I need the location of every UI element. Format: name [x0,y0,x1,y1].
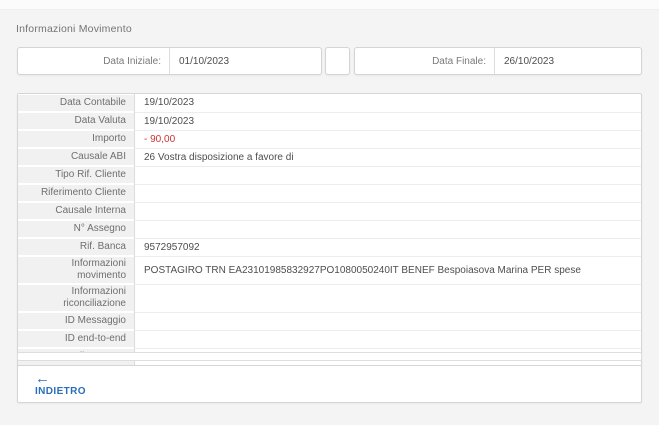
table-row: Causale ABI 26 Vostra disposizione a favo… [18,148,641,166]
table-row: Data Valuta 19/10/2023 [18,112,641,130]
row-label: Tipo Rif. Cliente [18,166,135,184]
table-row: Importo - 90,00 [18,130,641,148]
row-label: ID Messaggio [18,312,135,330]
row-value [135,202,641,220]
row-label: Rif. Banca [18,238,135,256]
movement-details-table: Data Contabile 19/10/2023 Data Valuta 19/10… [17,93,642,367]
table-row: Rif. Banca 9572957092 [18,238,641,256]
row-label: Riferimento Cliente [18,184,135,202]
date-spacer-box [325,47,350,75]
row-value: 19/10/2023 [135,112,641,130]
table-row: Informazioni riconciliazione [18,284,641,312]
date-start-field: Data Iniziale: 01/10/2023 [17,47,322,75]
table-row: ID Messaggio [18,312,641,330]
row-label: N° Assegno [18,220,135,238]
row-value [135,312,641,330]
table-row: Informazioni movimento POSTAGIRO TRN EA23… [18,256,641,284]
back-button[interactable]: ← INDIETRO [17,365,642,403]
date-start-label: Data Iniziale: [18,48,170,74]
row-value [135,166,641,184]
row-label: Importo [18,130,135,148]
date-end-label: Data Finale: [355,48,495,74]
table-row: ID end-to-end [18,330,641,348]
table-row: N° Assegno [18,220,641,238]
row-value [135,330,641,348]
date-start-input[interactable]: 01/10/2023 [170,48,321,74]
row-value: POSTAGIRO TRN EA23101985832927PO10800502… [135,256,641,284]
row-label: ID end-to-end [18,330,135,348]
row-value: - 90,00 [135,130,641,148]
row-label: Informazioni riconciliazione [18,284,135,312]
table-row: Data Contabile 19/10/2023 [18,94,641,112]
table-row: Riferimento Cliente [18,184,641,202]
date-end-field: Data Finale: 26/10/2023 [354,47,642,75]
row-label: Causale Interna [18,202,135,220]
back-button-label: INDIETRO [35,385,86,397]
row-label: Informazioni movimento [18,256,135,284]
table-row: Tipo Rif. Cliente [18,166,641,184]
date-filter-bar: Data Iniziale: 01/10/2023 Data Finale: 2… [17,47,642,75]
row-value: 19/10/2023 [144,97,195,108]
row-value [135,284,641,312]
row-label: Data Contabile [18,94,135,112]
row-value [135,184,641,202]
row-label: Causale ABI [18,148,135,166]
page-title: Informazioni Movimento [16,23,132,35]
row-label: Data Valuta [18,112,135,130]
row-value: 9572957092 [135,238,641,256]
table-row: Causale Interna [18,202,641,220]
row-value [135,220,641,238]
date-end-input[interactable]: 26/10/2023 [495,48,641,74]
row-value: 26 Vostra disposizione a favore di [135,148,641,166]
empty-row [17,352,642,361]
left-arrow-icon: ← [35,369,50,387]
